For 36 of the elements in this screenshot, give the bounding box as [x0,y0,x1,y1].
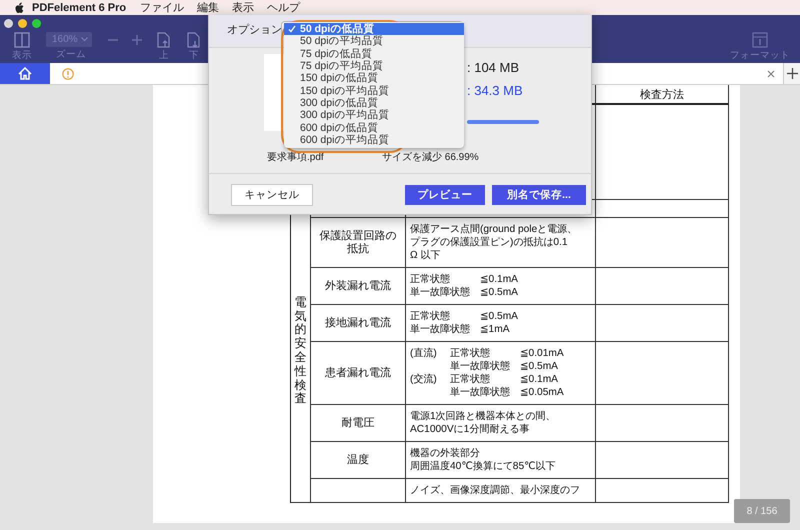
table-cell-text: 機器の外装部分 周囲温度40℃換算にて85℃以下 [410,447,557,473]
table-cell-text: 保護アース点間(ground poleと電源、 プラグの保護設置ピン)の抵抗は0.1 Ω 以下 [410,223,578,262]
table-cell: 温度 [311,442,406,479]
table-cell: 保護設置回路の抵抗 [311,218,406,268]
limit-condition: 正常状態 [450,373,491,386]
original-size: : 104 MB [467,60,520,75]
limit-condition: 正常状態 [450,347,491,360]
limit-value: ≦0.1mA [480,273,519,286]
limit-condition: 単一故障状態 [450,360,511,373]
table-header: 検査方法 [596,85,729,105]
table-cell: 接地漏れ電流 [311,305,406,342]
limit-condition: 単一故障状態 [410,323,471,336]
table-cell-text: ノイズ、画像深度調節、最小深度のフ [410,484,581,497]
size-reduction: サイズを減少 66.99% [382,150,480,165]
table-cell: 耐電圧 [311,405,406,442]
group-label: 電気的安全性検査 [294,296,306,406]
limit-condition: 正常状態 [410,273,451,286]
limit-value: ≦0.05mA [520,386,565,399]
limit-condition: 単一故障状態 [450,386,511,399]
page-counter: 8 / 156 [734,499,790,523]
limit-value: ≦0.1mA [520,373,559,386]
limit-value: ≦0.01mA [520,347,565,360]
limit-value: ≦1mA [480,323,510,336]
limit-value: ≦0.5mA [480,286,519,299]
zoom-label: ズーム [56,49,86,60]
table-cell: 外装漏れ電流 [311,268,406,305]
limit-condition: 単一故障状態 [410,286,471,299]
current-type: (直流) [410,347,438,360]
option-label: オプション [227,22,282,37]
table-cell: 患者漏れ電流 [311,342,406,405]
table-cell-text: 電源1次回路と機器本体との間、 AC1000Vに1分間耐える事 [410,410,557,436]
compressed-size: : 34.3 MB [467,83,524,98]
limit-condition: 正常状態 [410,310,451,323]
current-type: (交流) [410,373,438,386]
limit-value: ≦0.5mA [480,310,519,323]
limit-value: ≦0.5mA [520,360,559,373]
